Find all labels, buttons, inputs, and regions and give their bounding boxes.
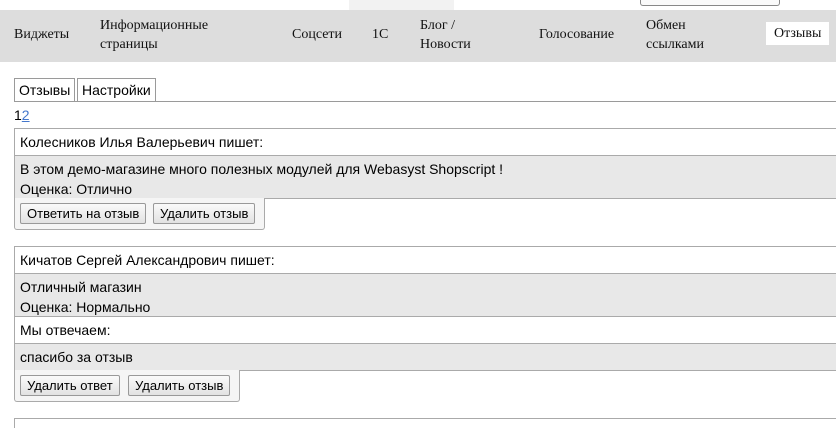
reply-body: спасибо за отзыв xyxy=(14,343,836,371)
nav-item-social[interactable]: Соцсети xyxy=(292,25,342,44)
review-actions: Ответить на отзыв Удалить отзыв xyxy=(14,198,265,230)
review-card: Кичатов Сергей Александрович пишет: Отли… xyxy=(14,246,836,406)
nav-item-link-exchange[interactable]: Обмен ссылками xyxy=(646,16,704,54)
nav-item-label: Голосование xyxy=(539,27,615,42)
review-rating: Оценка: Нормально xyxy=(20,299,151,315)
review-rating: Оценка: Отлично xyxy=(20,181,133,197)
nav-item-widgets[interactable]: Виджеты xyxy=(14,25,69,44)
nav-item-voting[interactable]: Голосование xyxy=(539,25,614,44)
review-body: Отличный магазин Оценка: Нормально xyxy=(14,273,836,317)
reply-header: Мы отвечаем: xyxy=(14,316,836,344)
review-text: В этом демо-магазине много полезных моду… xyxy=(20,161,504,177)
top-select-remnant[interactable] xyxy=(640,0,780,6)
nav-item-label-line2: Новости xyxy=(420,37,471,52)
reply-header-label: Мы отвечаем: xyxy=(20,322,111,338)
pagination: 12 xyxy=(14,107,30,123)
delete-review-button[interactable]: Удалить отзыв xyxy=(128,375,231,396)
reply-text: спасибо за отзыв xyxy=(20,349,133,365)
delete-review-button[interactable]: Удалить отзыв xyxy=(153,203,256,224)
nav-item-info-pages[interactable]: Информационные страницы xyxy=(100,16,208,54)
review-card-partial xyxy=(14,418,836,428)
review-author-line: Колесников Илья Валерьевич пишет: xyxy=(20,134,264,150)
nav-item-label-line1: Информационные xyxy=(100,18,209,33)
nav-item-label: 1С xyxy=(372,27,389,42)
review-body: В этом демо-магазине много полезных моду… xyxy=(14,155,836,199)
nav-item-1c[interactable]: 1С xyxy=(372,25,388,44)
top-tab-remnant[interactable] xyxy=(349,0,454,10)
nav-item-label: Соцсети xyxy=(292,27,343,42)
tab-reviews[interactable]: Отзывы xyxy=(14,78,76,102)
nav-item-reviews[interactable]: Отзывы xyxy=(766,22,830,45)
nav-item-label-line2: ссылками xyxy=(646,37,704,52)
review-actions: Удалить ответ Удалить отзыв xyxy=(14,370,240,402)
nav-item-label-line1: Обмен xyxy=(646,18,686,33)
review-header: Колесников Илья Валерьевич пишет: xyxy=(14,128,836,156)
nav-item-blog-news[interactable]: Блог / Новости xyxy=(420,16,471,54)
top-strip xyxy=(0,0,836,10)
nav-item-label: Виджеты xyxy=(14,27,70,42)
page-link-2[interactable]: 2 xyxy=(22,107,30,123)
delete-reply-button[interactable]: Удалить ответ xyxy=(20,375,120,396)
nav-item-label: Отзывы xyxy=(774,26,822,41)
nav-item-label-line1: Блог / xyxy=(420,18,455,33)
reply-button[interactable]: Ответить на отзыв xyxy=(20,203,147,224)
review-card: Колесников Илья Валерьевич пишет: В этом… xyxy=(14,128,836,232)
review-text: Отличный магазин xyxy=(20,279,142,295)
page-current: 1 xyxy=(14,107,22,123)
tabs-divider xyxy=(14,101,836,102)
main-nav-bar: Виджеты Информационные страницы Соцсети … xyxy=(0,10,836,62)
review-header: Кичатов Сергей Александрович пишет: xyxy=(14,246,836,274)
review-author-line: Кичатов Сергей Александрович пишет: xyxy=(20,252,275,268)
tab-settings[interactable]: Настройки xyxy=(77,78,156,102)
nav-item-label-line2: страницы xyxy=(100,37,158,52)
